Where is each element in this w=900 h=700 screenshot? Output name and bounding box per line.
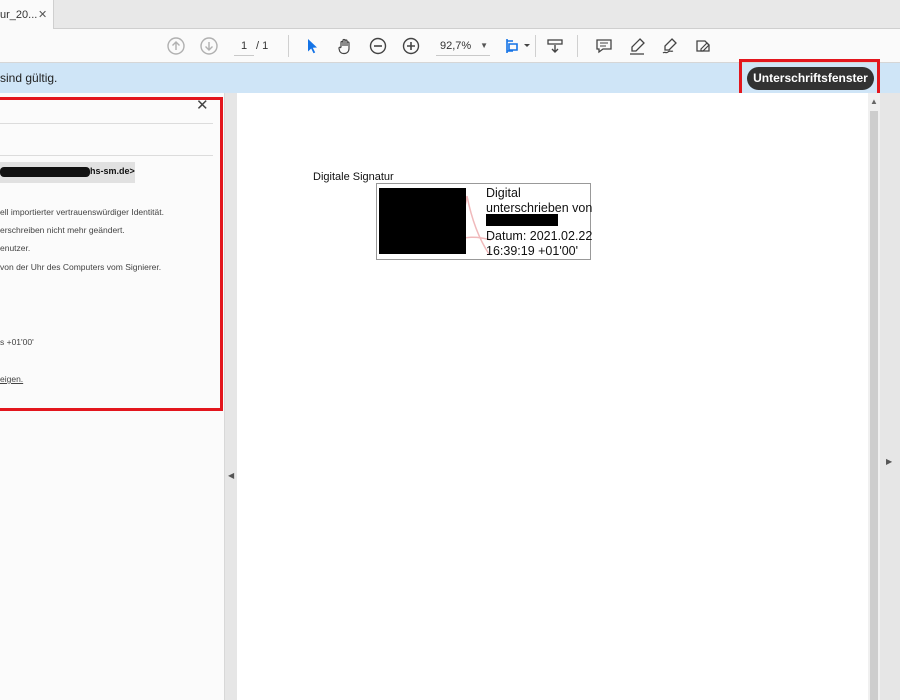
zoom-out-icon[interactable]: [367, 35, 389, 57]
signature-time-line: 16:39:19 +01'00': [486, 244, 579, 258]
scrollbar-thumb[interactable]: [870, 111, 878, 700]
redaction-mark: [379, 188, 466, 254]
toolbar-separator: [288, 35, 289, 57]
document-tab[interactable]: ur_20... ✕: [0, 0, 54, 29]
tab-bar: ur_20... ✕: [0, 0, 900, 29]
select-tool-icon[interactable]: [301, 35, 323, 57]
hand-tool-icon[interactable]: [334, 35, 356, 57]
prev-page-icon[interactable]: [165, 35, 187, 57]
page-total: / 1: [256, 40, 269, 52]
highlight-box: [739, 59, 880, 97]
toolbar: 1 / 1 92,7% ▼: [0, 29, 900, 63]
highlight-pen-icon[interactable]: [626, 35, 648, 57]
signature-pen-icon[interactable]: [659, 35, 681, 57]
scroll-up-icon[interactable]: ▲: [870, 97, 878, 106]
tab-title: ur_20...: [0, 9, 38, 21]
redaction-mark: [486, 214, 558, 226]
signature-line: Digital: [486, 186, 521, 200]
zoom-in-icon[interactable]: [400, 35, 422, 57]
toolbar-separator: [535, 35, 536, 57]
signature-date: Datum: 2021.02.22 16:39:19 +01'00': [486, 229, 592, 259]
vertical-scrollbar[interactable]: ▲: [868, 93, 880, 700]
zoom-level: 92,7%: [440, 40, 472, 52]
page-fit-icon[interactable]: [503, 35, 533, 57]
fill-sign-icon[interactable]: [692, 35, 714, 57]
toolbar-separator: [577, 35, 578, 57]
scroll-mode-icon[interactable]: [544, 35, 566, 57]
comment-icon[interactable]: [593, 35, 615, 57]
collapse-left-icon[interactable]: ◀: [228, 471, 234, 480]
expand-right-icon[interactable]: ▶: [886, 457, 892, 466]
highlight-box: [0, 97, 223, 411]
signature-field[interactable]: Digital unterschrieben von Datum: 2021.0…: [376, 183, 592, 260]
next-page-icon[interactable]: [198, 35, 220, 57]
signature-field-label: Digitale Signatur: [313, 171, 394, 183]
left-panel-splitter[interactable]: ◀: [225, 93, 237, 700]
chevron-down-icon: ▼: [480, 41, 488, 50]
right-panel-splitter[interactable]: ▶: [880, 93, 900, 700]
signature-text: Digital unterschrieben von: [486, 186, 592, 216]
page-number-input[interactable]: 1: [234, 36, 254, 56]
zoom-level-dropdown[interactable]: 92,7% ▼: [436, 36, 490, 56]
signature-date-line: Datum: 2021.02.22: [486, 229, 593, 243]
notification-text: sind gültig.: [0, 71, 58, 85]
tab-close-icon[interactable]: ✕: [38, 8, 47, 21]
